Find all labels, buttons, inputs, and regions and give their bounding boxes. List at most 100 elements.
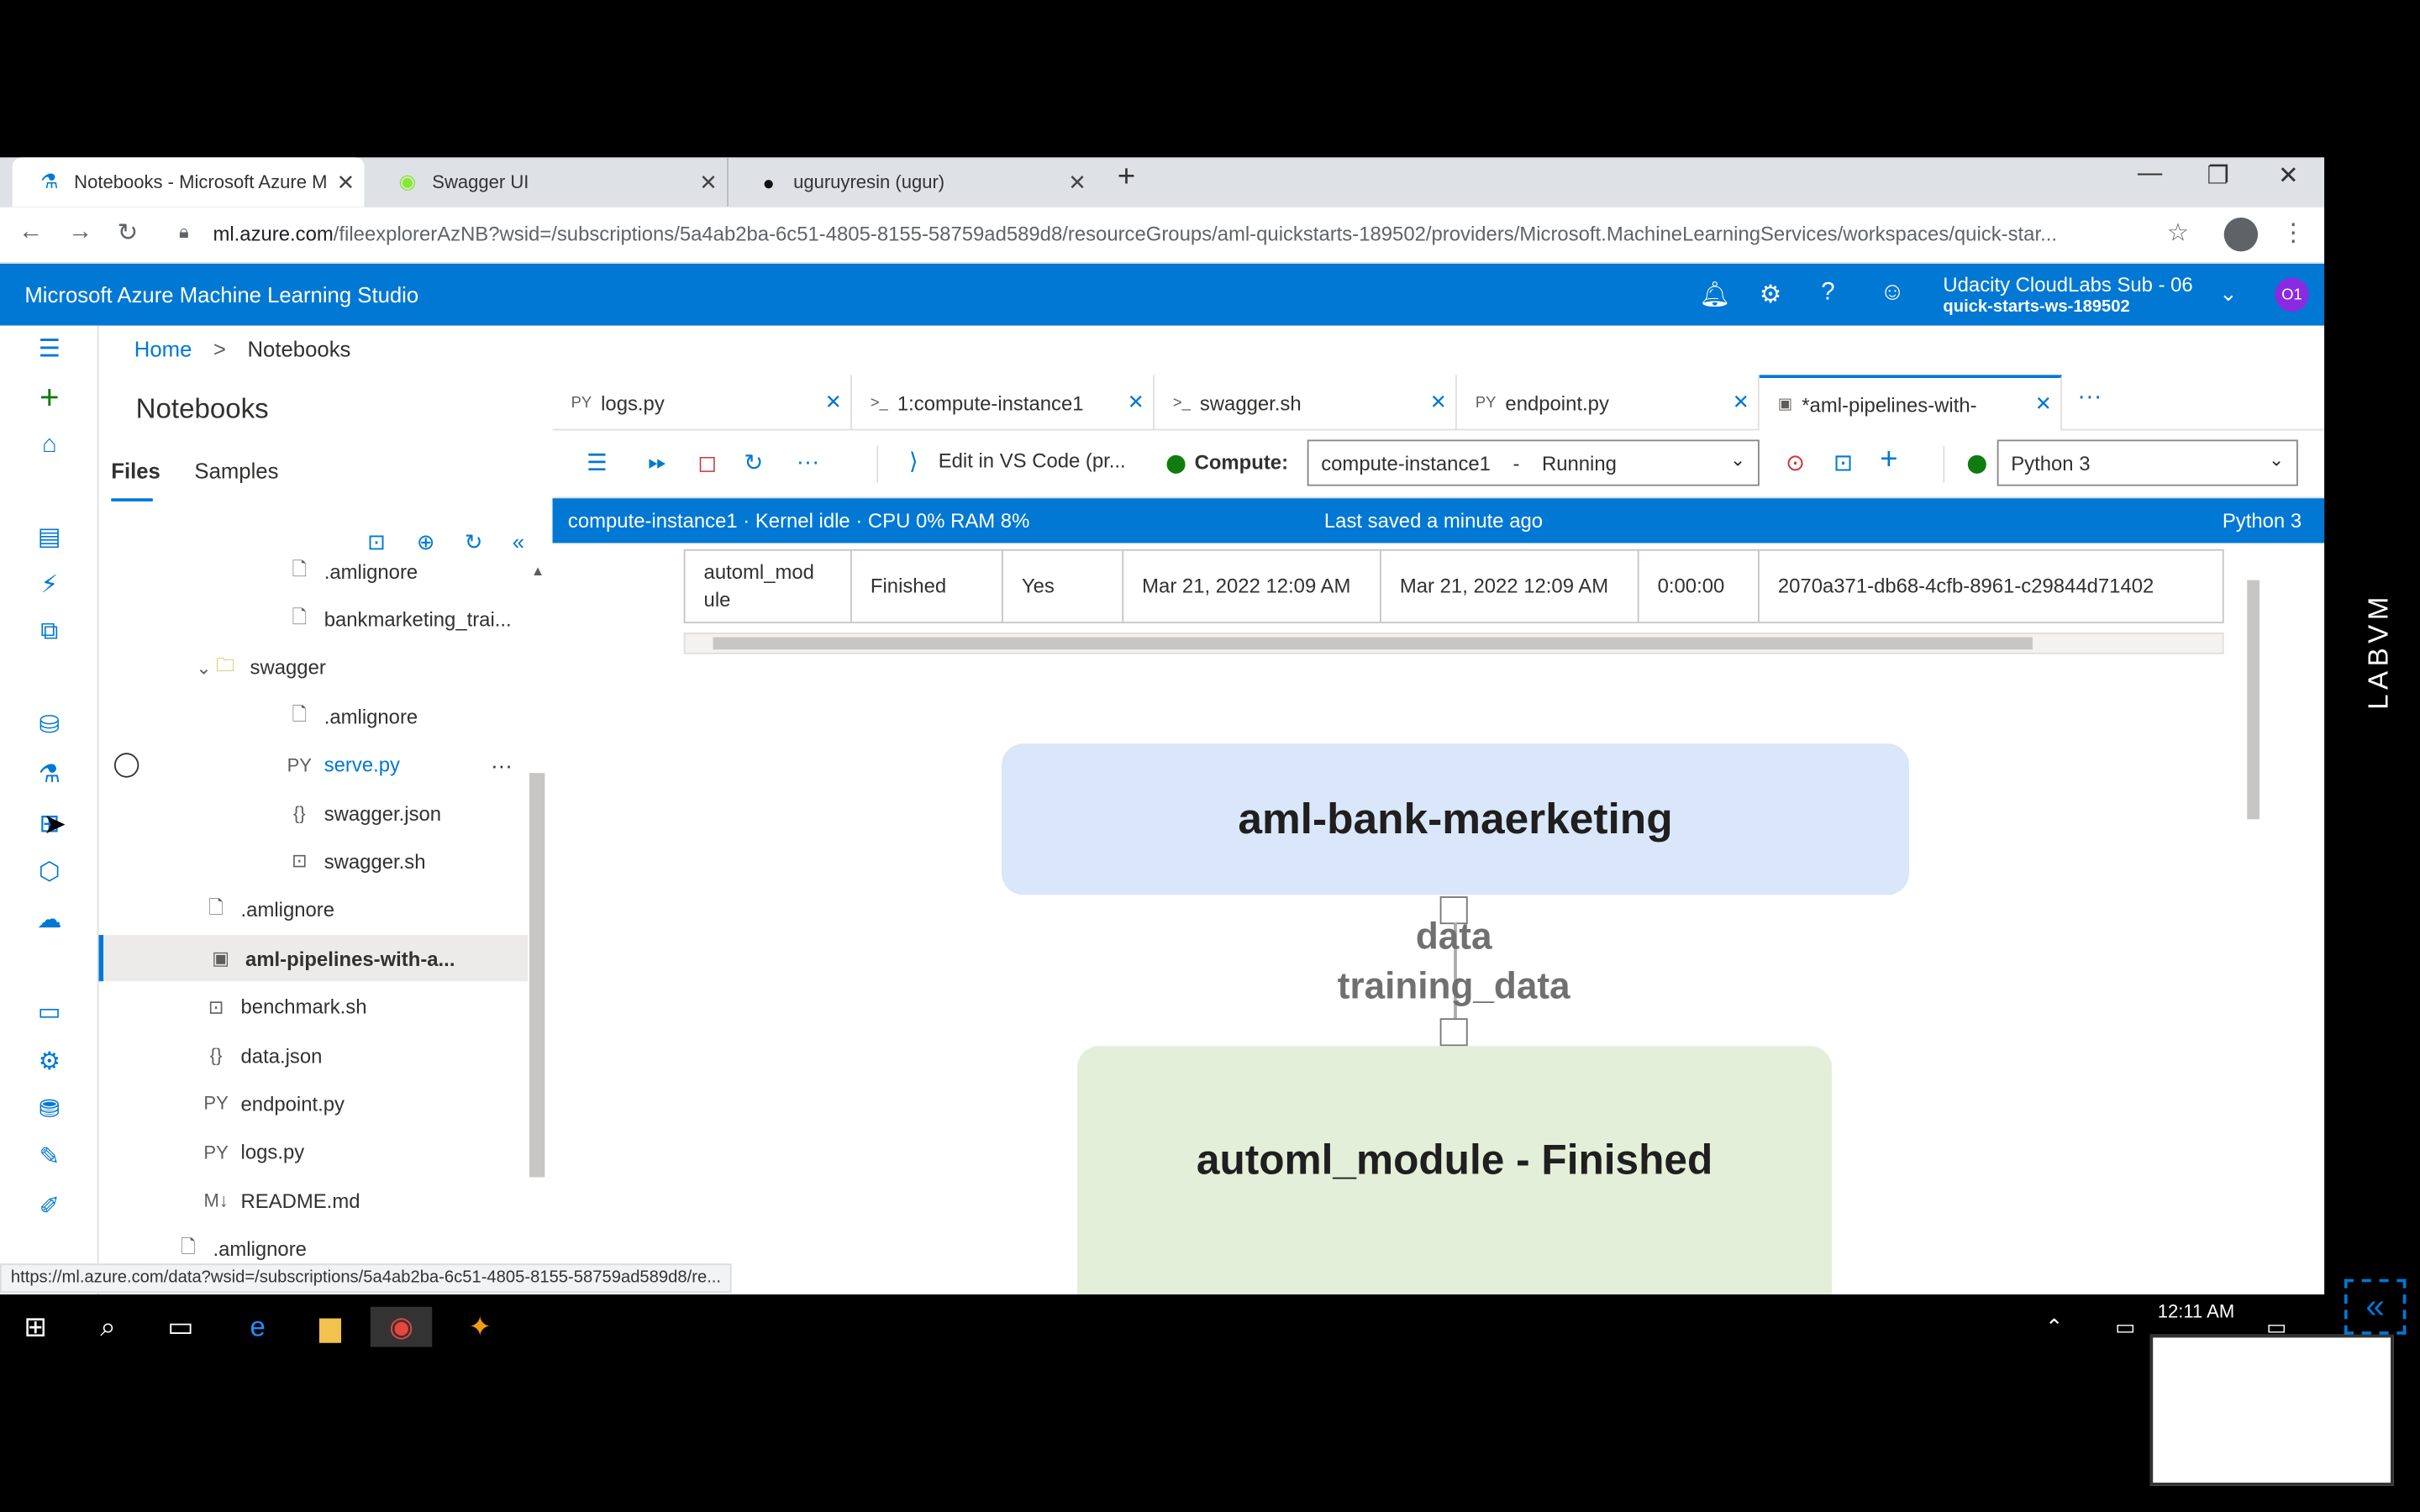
more-options-icon[interactable]: ··· <box>491 753 513 777</box>
datasets-icon[interactable]: ⛁ <box>34 710 65 741</box>
screen-thumbnail[interactable] <box>2149 1334 2394 1486</box>
browser-tab-swagger[interactable]: ◉ Swagger UI ✕ <box>371 157 729 207</box>
workspace-name[interactable]: quick-starts-ws-189502 <box>1943 297 2129 316</box>
menu-icon[interactable]: ☰ <box>587 449 608 476</box>
datastores-icon[interactable]: ⛃ <box>34 1094 65 1125</box>
browser-tab-notebooks[interactable]: ⚗ Notebooks - Microsoft Azure Ma ✕ <box>12 157 365 207</box>
new-tab-button[interactable]: + <box>1118 160 1135 196</box>
home-icon[interactable]: ⌂ <box>34 430 65 461</box>
account-name[interactable]: Udacity CloudLabs Sub - 06 <box>1943 273 2192 297</box>
studio-title[interactable]: Microsoft Azure Machine Learning Studio <box>24 282 418 307</box>
edit-in-vscode-button[interactable]: Edit in VS Code (pr... <box>939 449 1126 472</box>
designer-icon[interactable]: ⧉ <box>34 617 65 648</box>
output-vertical-scrollbar[interactable] <box>2244 549 2263 1274</box>
tree-item[interactable]: 🗋 .amlignore <box>99 887 529 933</box>
app-icon[interactable]: ✦ <box>460 1307 500 1347</box>
tree-item[interactable]: 🗋 .amlignore <box>99 693 529 739</box>
experiments-icon[interactable]: ⚗ <box>34 759 65 790</box>
close-icon[interactable]: ✕ <box>1422 391 1455 415</box>
tree-item[interactable]: PY endpoint.py <box>99 1080 529 1126</box>
network-icon[interactable]: ▭ <box>2105 1307 2145 1347</box>
chrome-icon[interactable]: ◉ <box>370 1306 433 1347</box>
tab-samples[interactable]: Samples <box>194 458 278 482</box>
chevron-up-icon[interactable]: ⌃ <box>2034 1307 2075 1347</box>
tree-item[interactable]: PY serve.py ··· <box>99 742 529 788</box>
close-icon[interactable]: ✕ <box>1724 391 1758 415</box>
run-all-icon[interactable]: ⏩︎ <box>648 449 666 475</box>
scroll-thumb[interactable] <box>713 637 2033 650</box>
tree-item[interactable]: 🗋 .amlignore <box>99 548 529 594</box>
hamburger-icon[interactable]: ☰ <box>34 333 65 365</box>
lock-icon[interactable]: 🔒︎ <box>179 221 189 244</box>
browser-tab-github[interactable]: ● uguruyresin (ugur) ✕ <box>732 157 1096 207</box>
gear-icon[interactable]: ⚙ <box>1760 279 1781 310</box>
breadcrumb-home[interactable]: Home <box>134 336 192 360</box>
avatar[interactable]: O1 <box>2275 277 2309 312</box>
windows-start-icon[interactable]: ⊞ <box>15 1307 55 1347</box>
stop-compute-icon[interactable]: ⊙ <box>1786 449 1805 476</box>
close-icon[interactable]: ✕ <box>817 391 850 415</box>
collapse-icon[interactable]: « <box>2344 1278 2407 1335</box>
table-horizontal-scrollbar[interactable] <box>683 633 2224 654</box>
internet-explorer-icon[interactable]: e <box>238 1307 278 1347</box>
forward-icon[interactable]: → <box>68 219 92 247</box>
close-tab-icon[interactable]: ✕ <box>327 169 364 195</box>
tree-item[interactable]: 🗋 bankmarketing_trai... <box>99 596 529 643</box>
editor-tab-endpoint[interactable]: PY endpoint.py ✕ <box>1457 375 1760 431</box>
search-icon[interactable]: ⌕ <box>88 1307 129 1347</box>
close-window-icon[interactable]: ✕ <box>2278 160 2299 192</box>
scroll-up-icon[interactable]: ▲ <box>531 563 544 578</box>
file-explorer-icon[interactable]: ▆ <box>310 1307 350 1347</box>
bell-icon[interactable]: 🔔︎ <box>1699 279 1730 310</box>
tree-item[interactable]: PY logs.py <box>99 1129 529 1175</box>
tree-item[interactable]: M↓ README.md <box>99 1178 529 1224</box>
back-icon[interactable]: ← <box>18 219 43 247</box>
endpoints-icon[interactable]: ☁ <box>34 904 65 935</box>
url-field[interactable]: ml.azure.com/fileexplorerAzNB?wsid=/subs… <box>213 222 2149 245</box>
editor-tab-notebook[interactable]: ▣ *aml-pipelines-with- ✕ <box>1759 375 2062 431</box>
kernel-select[interactable]: Python 3 ⌄ <box>1996 439 2298 486</box>
feedback-smiley-icon[interactable]: ☺ <box>1880 279 1905 307</box>
environments-icon[interactable]: ⚙ <box>34 1046 65 1077</box>
chevron-down-icon[interactable]: ⌄ <box>2219 281 2238 307</box>
help-icon[interactable]: ? <box>1821 279 1834 307</box>
editor-tab-swagger-sh[interactable]: >_ swagger.sh ✕ <box>1155 375 1457 431</box>
restore-icon[interactable]: ❐ <box>2207 160 2228 192</box>
minimize-icon[interactable]: — <box>2138 160 2162 188</box>
close-icon[interactable]: ✕ <box>1119 391 1153 415</box>
tree-item[interactable]: ⌄ 🗀 swagger <box>99 644 529 690</box>
close-tab-icon[interactable]: ✕ <box>1059 169 1096 195</box>
compute-select[interactable]: compute-instance1 - Running ⌄ <box>1307 439 1760 486</box>
chevron-down-icon[interactable]: ⌄ <box>188 657 219 679</box>
editor-tab-logs[interactable]: PY logs.py ✕ <box>553 375 852 431</box>
linked-services-icon[interactable]: ✐ <box>34 1191 65 1222</box>
reload-icon[interactable]: ↻ <box>118 218 139 249</box>
tree-item[interactable]: ▣ aml-pipelines-with-a... <box>98 935 529 982</box>
stop-icon[interactable]: ◻ <box>697 449 717 476</box>
create-new-icon[interactable]: + <box>34 378 65 417</box>
scroll-thumb[interactable] <box>2247 580 2260 820</box>
restart-kernel-icon[interactable]: ↻ <box>744 449 763 476</box>
notebooks-icon[interactable]: ▤ <box>34 522 65 553</box>
close-tab-icon[interactable]: ✕ <box>690 169 727 195</box>
menu-kebab-icon[interactable]: ⋮ <box>2281 218 2306 249</box>
tree-item[interactable]: {} data.json <box>99 1032 529 1079</box>
open-terminal-icon[interactable]: ⊡ <box>1833 449 1853 476</box>
models-icon[interactable]: ⬡ <box>34 856 65 887</box>
more-options-icon[interactable]: ··· <box>797 449 820 475</box>
select-circle-icon[interactable] <box>113 752 139 777</box>
editor-tab-terminal[interactable]: >_ 1:compute-instance1 ✕ <box>852 375 1155 431</box>
add-compute-icon[interactable]: + <box>1880 443 1897 478</box>
tree-scrollbar[interactable] <box>529 773 545 1178</box>
tab-files[interactable]: Files <box>111 458 160 482</box>
data-labeling-icon[interactable]: ✎ <box>34 1142 65 1173</box>
task-view-icon[interactable]: ▭ <box>160 1307 201 1347</box>
more-tabs-icon[interactable]: ··· <box>2077 384 2102 412</box>
close-icon[interactable]: ✕ <box>2027 392 2060 417</box>
profile-icon[interactable] <box>2223 217 2259 252</box>
tree-item[interactable]: ⊡ benchmark.sh <box>99 984 529 1030</box>
tree-item[interactable]: ⊡ swagger.sh <box>99 838 529 885</box>
automl-icon[interactable]: ⚡ <box>34 570 65 601</box>
compute-icon[interactable]: ▭ <box>34 997 65 1028</box>
star-icon[interactable]: ☆ <box>2167 218 2189 249</box>
